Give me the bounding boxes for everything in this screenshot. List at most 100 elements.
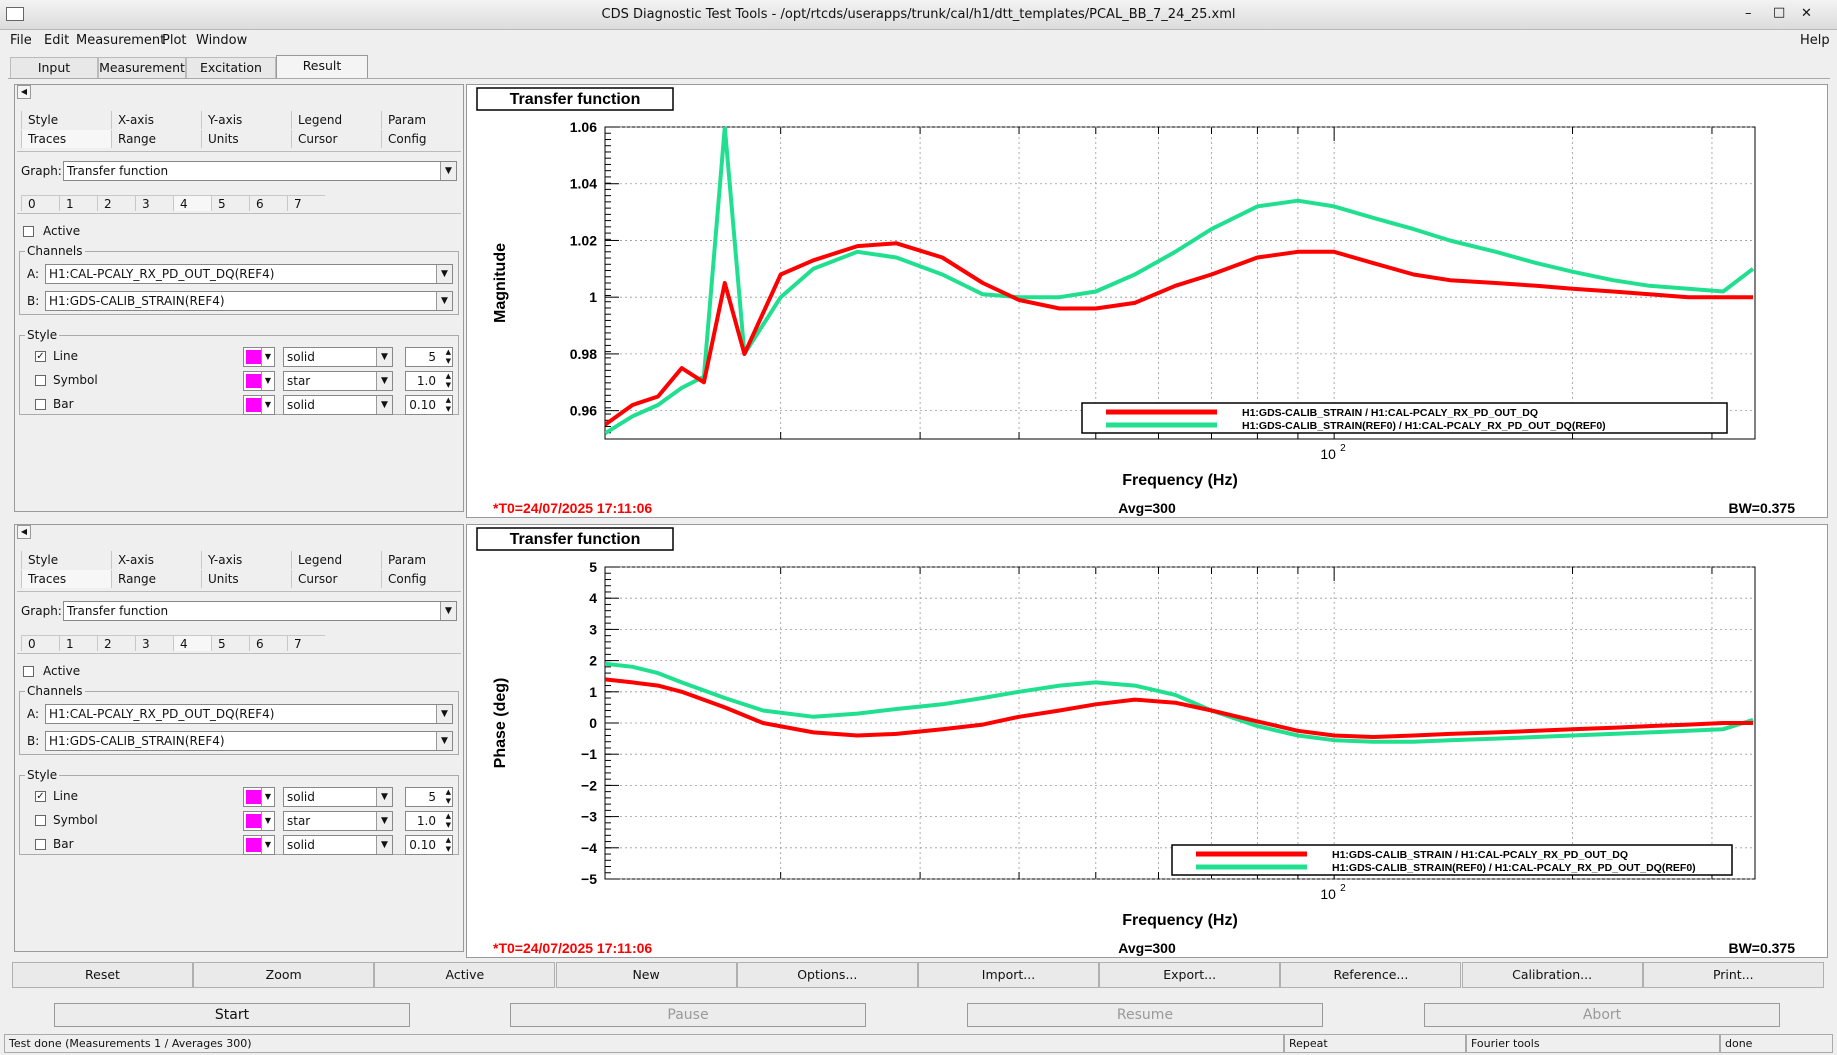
subtab2-0[interactable]: Traces — [21, 570, 111, 588]
subtab-1[interactable]: X-axis — [111, 551, 201, 569]
active-checkbox[interactable] — [23, 666, 34, 677]
channel-b-select[interactable]: H1:GDS-CALIB_STRAIN(REF4) ▼ — [45, 291, 453, 311]
bar-color-swatch[interactable]: ▼ — [243, 835, 275, 855]
toolbar-button-reference[interactable]: Reference... — [1280, 962, 1462, 988]
line-width-spinner[interactable]: 5 — [405, 787, 453, 807]
subtab2-1[interactable]: Range — [111, 130, 201, 148]
collapse-arrow-icon[interactable]: ◀ — [17, 85, 31, 99]
toolbar-button-export[interactable]: Export... — [1099, 962, 1281, 988]
start-button[interactable]: Start — [54, 1003, 410, 1027]
trace-tab-2[interactable]: 2 — [97, 195, 135, 211]
subtab2-3[interactable]: Cursor — [291, 570, 381, 588]
toolbar-button-options[interactable]: Options... — [736, 962, 918, 988]
subtab2-3[interactable]: Cursor — [291, 130, 381, 148]
trace-tab-3[interactable]: 3 — [135, 635, 173, 651]
subtab-4[interactable]: Param — [381, 111, 461, 129]
graph-select[interactable]: Transfer function ▼ — [63, 161, 457, 181]
channel-a-select[interactable]: H1:CAL-PCALY_RX_PD_OUT_DQ(REF4) ▼ — [45, 264, 453, 284]
toolbar-button-print[interactable]: Print... — [1642, 962, 1824, 988]
magnitude-chart[interactable]: Transfer function 10 2 0.96 0.98 1 1.02 1.04 1.0… — [467, 85, 1829, 519]
menu-help[interactable]: Help — [1800, 33, 1830, 48]
subtab2-2[interactable]: Units — [201, 130, 291, 148]
toolbar-button-new[interactable]: New — [555, 962, 737, 988]
subtab-2[interactable]: Y-axis — [201, 111, 291, 129]
bar-width-spinner[interactable]: 0.10 — [405, 835, 453, 855]
toolbar-button-calibration[interactable]: Calibration... — [1461, 962, 1643, 988]
bar-checkbox[interactable] — [35, 839, 46, 850]
subtab-1[interactable]: X-axis — [111, 111, 201, 129]
graph-select[interactable]: Transfer function ▼ — [63, 601, 457, 621]
channel-b-select[interactable]: H1:GDS-CALIB_STRAIN(REF4) ▼ — [45, 731, 453, 751]
tab-excitation[interactable]: Excitation — [186, 57, 276, 79]
menu-file[interactable]: File — [10, 33, 32, 48]
bar-width-spinner[interactable]: 0.10 — [405, 395, 453, 415]
toolbar-button-reset[interactable]: Reset — [12, 962, 193, 988]
line-label: Line — [53, 349, 79, 363]
subtab-3[interactable]: Legend — [291, 111, 381, 129]
trace-tab-5[interactable]: 5 — [211, 635, 249, 651]
line-style-select[interactable]: solid ▼ — [283, 787, 393, 807]
abort-button[interactable]: Abort — [1424, 1003, 1780, 1027]
symbol-style-select[interactable]: star ▼ — [283, 371, 393, 391]
symbol-checkbox[interactable] — [35, 375, 46, 386]
tab-measurement[interactable]: Measurement — [98, 57, 186, 79]
line-checkbox[interactable]: ✓ — [35, 791, 46, 802]
trace-tab-4[interactable]: 4 — [173, 195, 211, 211]
symbol-color-swatch[interactable]: ▼ — [243, 371, 275, 391]
trace-tab-1[interactable]: 1 — [59, 195, 97, 211]
trace-tab-1[interactable]: 1 — [59, 635, 97, 651]
symbol-color-swatch[interactable]: ▼ — [243, 811, 275, 831]
maximize-icon[interactable]: □ — [1773, 5, 1785, 20]
trace-tab-0[interactable]: 0 — [21, 635, 59, 651]
line-style-select[interactable]: solid ▼ — [283, 347, 393, 367]
line-color-swatch[interactable]: ▼ — [243, 787, 275, 807]
subtab-0[interactable]: Style — [21, 551, 111, 569]
tab-result[interactable]: Result — [276, 55, 368, 79]
minimize-icon[interactable]: – — [1745, 6, 1752, 21]
trace-tab-6[interactable]: 6 — [249, 635, 287, 651]
trace-tab-7[interactable]: 7 — [287, 635, 325, 651]
symbol-checkbox[interactable] — [35, 815, 46, 826]
subtab-4[interactable]: Param — [381, 551, 461, 569]
trace-tab-5[interactable]: 5 — [211, 195, 249, 211]
tab-input[interactable]: Input — [10, 57, 98, 79]
trace-tab-0[interactable]: 0 — [21, 195, 59, 211]
channel-a-select[interactable]: H1:CAL-PCALY_RX_PD_OUT_DQ(REF4) ▼ — [45, 704, 453, 724]
bar-checkbox[interactable] — [35, 399, 46, 410]
phase-chart[interactable]: Transfer function 10 2 −5 −4 −3 −2 −1 0 1 2 3 4 5 Freq… — [467, 525, 1829, 959]
toolbar-button-import[interactable]: Import... — [918, 962, 1099, 988]
bar-style-select[interactable]: solid ▼ — [283, 835, 393, 855]
trace-tab-6[interactable]: 6 — [249, 195, 287, 211]
close-icon[interactable]: ✕ — [1801, 6, 1812, 21]
trace-tab-7[interactable]: 7 — [287, 195, 325, 211]
subtab-2[interactable]: Y-axis — [201, 551, 291, 569]
collapse-arrow-icon[interactable]: ◀ — [17, 525, 31, 539]
subtab-3[interactable]: Legend — [291, 551, 381, 569]
subtab2-1[interactable]: Range — [111, 570, 201, 588]
menu-window[interactable]: Window — [196, 33, 247, 48]
line-color-swatch[interactable]: ▼ — [243, 347, 275, 367]
menu-edit[interactable]: Edit — [44, 33, 69, 48]
pause-button[interactable]: Pause — [510, 1003, 866, 1027]
menu-measurement[interactable]: Measurement — [76, 33, 165, 48]
symbol-width-spinner[interactable]: 1.0 — [405, 811, 453, 831]
line-checkbox[interactable]: ✓ — [35, 351, 46, 362]
subtab2-0[interactable]: Traces — [21, 130, 111, 148]
subtab2-4[interactable]: Config — [381, 130, 461, 148]
trace-tab-4[interactable]: 4 — [173, 635, 211, 651]
bar-color-swatch[interactable]: ▼ — [243, 395, 275, 415]
active-checkbox[interactable] — [23, 226, 34, 237]
resume-button[interactable]: Resume — [967, 1003, 1323, 1027]
subtab2-4[interactable]: Config — [381, 570, 461, 588]
bar-style-select[interactable]: solid ▼ — [283, 395, 393, 415]
menu-plot[interactable]: Plot — [162, 33, 187, 48]
symbol-style-select[interactable]: star ▼ — [283, 811, 393, 831]
symbol-width-spinner[interactable]: 1.0 — [405, 371, 453, 391]
trace-tab-2[interactable]: 2 — [97, 635, 135, 651]
subtab-0[interactable]: Style — [21, 111, 111, 129]
toolbar-button-active[interactable]: Active — [374, 962, 556, 988]
subtab2-2[interactable]: Units — [201, 570, 291, 588]
toolbar-button-zoom[interactable]: Zoom — [193, 962, 375, 988]
line-width-spinner[interactable]: 5 — [405, 347, 453, 367]
trace-tab-3[interactable]: 3 — [135, 195, 173, 211]
